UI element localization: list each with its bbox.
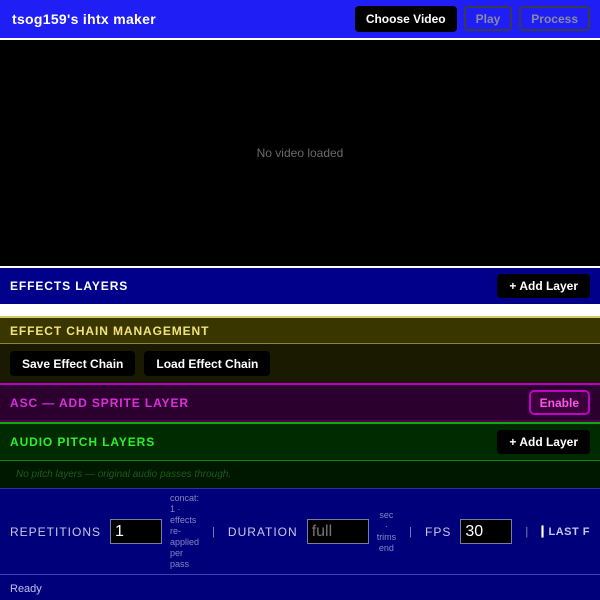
process-button[interactable]: Process xyxy=(519,6,590,31)
add-pitch-layer-button[interactable]: + Add Layer xyxy=(497,430,590,454)
top-actions: Choose Video Play Process xyxy=(354,6,590,32)
load-effect-chain-button[interactable]: Load Effect Chain xyxy=(144,351,271,376)
top-bar: tsog159's ihtx maker Choose Video Play P… xyxy=(0,0,600,38)
separator: | xyxy=(409,525,413,538)
status-bar: Ready xyxy=(0,574,600,600)
video-preview[interactable]: No video loaded xyxy=(0,40,600,266)
duration-input[interactable] xyxy=(306,519,369,544)
status-text: Ready xyxy=(10,583,42,595)
repetitions-label: REPETITIONS xyxy=(10,524,102,539)
repetitions-input[interactable] xyxy=(110,519,163,544)
effect-chain-header: EFFECT CHAIN MANAGEMENT xyxy=(0,316,600,344)
video-empty-message: No video loaded xyxy=(256,145,344,160)
render-settings-bar: REPETITIONS concat: 1 · effects re-appli… xyxy=(0,488,600,574)
separator: | xyxy=(525,525,529,538)
save-effect-chain-button[interactable]: Save Effect Chain xyxy=(10,351,136,376)
asc-title: ASC — ADD SPRITE LAYER xyxy=(10,395,189,410)
repetitions-hint: concat: 1 · effects re-applied per pass xyxy=(170,493,200,569)
effects-layers-title: EFFECTS LAYERS xyxy=(10,279,129,293)
separator: | xyxy=(212,525,215,538)
fps-label: FPS xyxy=(425,524,452,539)
asc-enable-button[interactable]: Enable xyxy=(528,390,590,415)
effects-layers-header: EFFECTS LAYERS + Add Layer xyxy=(0,268,600,304)
choose-video-button[interactable]: Choose Video xyxy=(354,6,457,32)
fps-input[interactable] xyxy=(460,519,513,544)
audio-pitch-header: AUDIO PITCH LAYERS + Add Layer xyxy=(0,422,600,461)
duration-label: DURATION xyxy=(227,524,298,539)
audio-pitch-title: AUDIO PITCH LAYERS xyxy=(10,435,156,449)
add-effect-layer-button[interactable]: + Add Layer xyxy=(497,274,590,298)
audio-pitch-empty-note: No pitch layers — original audio passes … xyxy=(16,469,232,480)
effect-chain-title: EFFECT CHAIN MANAGEMENT xyxy=(10,323,210,338)
play-button[interactable]: Play xyxy=(463,6,513,31)
effects-layers-list xyxy=(0,304,600,316)
audio-pitch-list: No pitch layers — original audio passes … xyxy=(0,461,600,488)
asc-header: ASC — ADD SPRITE LAYER Enable xyxy=(0,383,600,422)
last-frame-label: LAST F xyxy=(548,525,590,538)
effect-chain-actions: Save Effect Chain Load Effect Chain xyxy=(0,344,600,383)
duration-hint: sec · trims end xyxy=(376,509,397,553)
app-title: tsog159's ihtx maker xyxy=(12,11,156,27)
last-frame-checkbox[interactable] xyxy=(541,525,544,538)
